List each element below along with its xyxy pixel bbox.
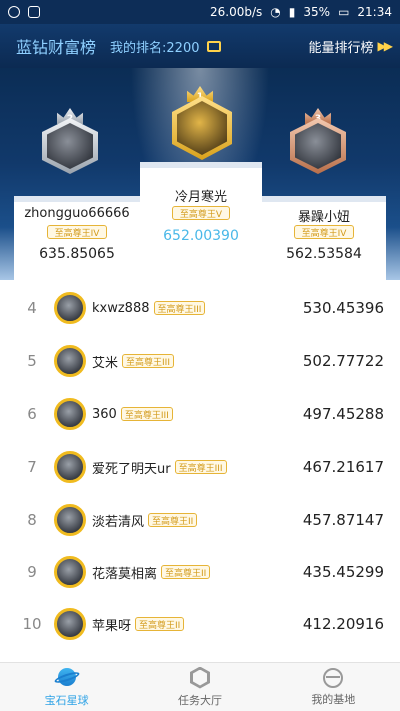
- tab-label: 任务大厅: [177, 693, 222, 707]
- avatar[interactable]: [54, 608, 86, 640]
- rank-number: 8: [27, 511, 37, 529]
- list-item[interactable]: 9 花落莫相离 至高尊王II 435.45299: [0, 546, 400, 598]
- clock: 21:34: [357, 5, 392, 19]
- player-name: 艾米: [92, 355, 119, 371]
- rank-2-name[interactable]: zhongguo66666: [12, 206, 142, 221]
- task-hex-icon: [189, 666, 210, 689]
- network-speed: 26.00b/s: [210, 5, 263, 19]
- rank-1-score: 652.00390: [163, 228, 239, 244]
- player-name: 苹果呀: [92, 618, 132, 634]
- signal-icon: ▮: [288, 5, 296, 19]
- tier-badge: 至高尊王III: [122, 354, 174, 368]
- player-score: 502.77722: [302, 352, 384, 370]
- battery-icon: ▭: [338, 5, 350, 19]
- tier-badge: 至高尊王II: [148, 513, 198, 527]
- tier-badge: 至高尊王III: [174, 460, 227, 474]
- list-item[interactable]: 7 爱死了明天ur 至高尊王III 467.21617: [0, 441, 400, 493]
- my-rank[interactable]: 我的排名:2200: [110, 37, 222, 56]
- my-rank-label: 我的排名:2200: [110, 40, 200, 56]
- rank-3-tier-badge: 至高尊王IV: [294, 225, 354, 239]
- tab-gem-planet[interactable]: 宝石星球: [0, 663, 133, 711]
- rank-number: 7: [27, 458, 37, 476]
- avatar[interactable]: [54, 292, 86, 324]
- tab-label: 我的基地: [311, 692, 356, 706]
- rank-number: 9: [27, 563, 37, 581]
- rank-number: 6: [27, 405, 37, 423]
- app-header: 蓝钻财富榜 我的排名:2200 能量排行榜 ▶▶: [0, 24, 400, 68]
- list-item[interactable]: 5 艾米 至高尊王III 502.77722: [0, 335, 400, 387]
- avatar[interactable]: [54, 451, 86, 483]
- tier-badge: 至高尊王III: [153, 301, 206, 315]
- tier-badge: 至高尊王II: [135, 617, 185, 631]
- podium-first: [140, 162, 262, 280]
- player-name: 爱死了明天ur: [92, 461, 171, 477]
- avatar[interactable]: [54, 504, 86, 536]
- player-score: 435.45299: [302, 563, 384, 581]
- share-icon[interactable]: [207, 40, 222, 52]
- rank-3-name[interactable]: 暴躁小妞: [259, 206, 389, 225]
- double-chevron-right-icon: ▶▶: [377, 39, 394, 53]
- status-bar: 26.00b/s ◔ ▮ 35% ▭ 21:34: [0, 0, 400, 24]
- top-three-podium: 1 2 3 冷月寒光 至高尊王V 652.00390 zhongguo66666…: [0, 68, 400, 280]
- rank-number: 4: [27, 299, 37, 317]
- rank-1-name[interactable]: 冷月寒光: [136, 186, 266, 205]
- player-name: 淡若清风: [92, 514, 145, 530]
- rank-1-tier-badge: 至高尊王V: [172, 206, 230, 220]
- player-score: 467.21617: [302, 458, 384, 476]
- avatar[interactable]: [54, 398, 86, 430]
- player-name: kxwz888: [92, 300, 150, 316]
- rank-1-avatar[interactable]: 1: [172, 86, 232, 160]
- energy-ranking-label: 能量排行榜: [308, 40, 374, 56]
- shield-icon: [28, 6, 40, 18]
- player-score: 530.45396: [302, 299, 384, 317]
- player-score: 457.87147: [302, 511, 384, 529]
- rank-3-avatar[interactable]: 3: [290, 108, 346, 174]
- player-name: 花落莫相离: [92, 566, 158, 582]
- bottom-tab-bar: 宝石星球 任务大厅 我的基地: [0, 662, 400, 711]
- avatar[interactable]: [54, 556, 86, 588]
- rank-number: 5: [27, 352, 37, 370]
- list-item[interactable]: 6 360 至高尊王III 497.45288: [0, 388, 400, 440]
- base-icon: [323, 667, 344, 688]
- wifi-icon: ◔: [270, 5, 281, 19]
- list-item[interactable]: 4 kxwz888 至高尊王III 530.45396: [0, 282, 400, 334]
- rank-number: 10: [22, 615, 42, 633]
- player-score: 412.20916: [302, 615, 384, 633]
- rank-2-tier-badge: 至高尊王IV: [47, 225, 107, 239]
- list-item[interactable]: 10 苹果呀 至高尊王II 412.20916: [0, 598, 400, 650]
- tier-badge: 至高尊王III: [120, 407, 173, 421]
- tier-badge: 至高尊王II: [161, 565, 211, 579]
- battery-level: 35%: [303, 5, 331, 19]
- rank-2-avatar[interactable]: 2: [42, 108, 98, 174]
- tab-task-hall[interactable]: 任务大厅: [133, 663, 266, 711]
- rank-2-score: 635.85065: [39, 246, 115, 262]
- avatar[interactable]: [54, 345, 86, 377]
- player-name: 360: [92, 406, 117, 422]
- player-score: 497.45288: [302, 405, 384, 423]
- tab-my-base[interactable]: 我的基地: [267, 663, 400, 711]
- notification-icon: [8, 6, 20, 18]
- list-item[interactable]: 8 淡若清风 至高尊王II 457.87147: [0, 494, 400, 546]
- page-title: 蓝钻财富榜: [16, 38, 97, 57]
- energy-ranking-link[interactable]: 能量排行榜 ▶▶: [308, 37, 394, 56]
- planet-icon: [53, 667, 81, 689]
- tab-label: 宝石星球: [44, 693, 89, 707]
- rank-3-score: 562.53584: [286, 246, 362, 262]
